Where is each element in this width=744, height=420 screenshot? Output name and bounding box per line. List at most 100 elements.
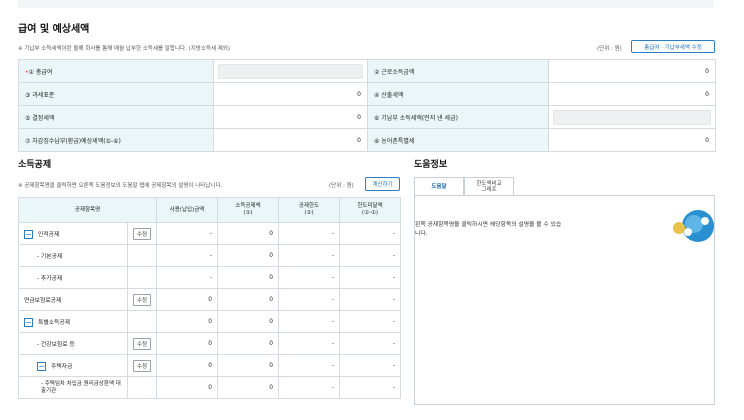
shortfall: - <box>339 332 401 355</box>
edit-cell: 수정 <box>127 354 157 377</box>
deduction-table: 공제항목명 사용(납입)금액 소득공제액 (①) 공제한도 (②) 한도미달액 … <box>18 197 401 399</box>
tab-help[interactable]: 도움말 <box>414 177 464 196</box>
help-bubble-icon <box>673 210 714 242</box>
row-label[interactable]: 인적공제 <box>38 232 59 238</box>
label-calculated-tax: ④ 산출세액 <box>367 82 549 106</box>
used-amount: 0 <box>156 376 218 399</box>
total-salary-field[interactable] <box>213 59 368 83</box>
deduction-limit: - <box>278 310 340 333</box>
row-label[interactable]: 특별소득공제 <box>38 320 70 326</box>
prepaid-tax-field[interactable] <box>548 105 716 129</box>
section-title-salary: 급여 및 예상세액 <box>18 24 90 35</box>
deduction-limit: - <box>278 354 340 377</box>
label-total-salary: •① 총급여 <box>18 59 214 83</box>
table-row: - 추가공제 - 0 - - <box>18 266 401 289</box>
salary-table: •① 총급여 ② 근로소득금액 0 ③ 과세표준 0 ④ 산출세액 0 ⑤ 결정… <box>18 59 716 152</box>
table-row: - 건강보험료 등 수정 0 0 - - <box>18 332 401 355</box>
edit-cell <box>127 376 157 399</box>
section-title-deduction: 소득공제 <box>18 160 52 170</box>
value-rural-special-tax: 0 <box>548 128 716 152</box>
edit-button[interactable]: 수정 <box>132 337 152 350</box>
shortfall: - <box>339 310 401 333</box>
deduction-limit: - <box>278 288 340 311</box>
top-strip <box>18 0 714 8</box>
shortfall: - <box>339 266 401 289</box>
label-earned-income: ② 근로소득금액 <box>367 59 549 83</box>
collapse-toggle-icon[interactable]: − <box>24 229 33 239</box>
used-amount: 0 <box>156 288 218 311</box>
table-row: − 특별소득공제 0 0 - - <box>18 310 401 333</box>
deduction-amount: 0 <box>217 288 279 311</box>
deduction-amount: 0 <box>217 376 279 399</box>
label-prepaid-tax: ⑥ 기납부 소득세액(먼저 낸 세금) <box>367 105 549 129</box>
edit-cell <box>127 310 157 333</box>
prepaid-tax-input[interactable] <box>553 109 711 125</box>
edit-cell <box>127 266 157 289</box>
deduction-amount: 0 <box>217 266 279 289</box>
edit-salary-tax-button[interactable]: 총급여 · 기납부세액 수정 <box>631 40 715 53</box>
row-name[interactable]: − 특별소득공제 <box>18 310 128 333</box>
row-name[interactable]: - 기본공제 <box>18 244 128 267</box>
row-name[interactable]: 연금보험료공제 <box>18 288 128 311</box>
deduction-amount: 0 <box>217 332 279 355</box>
label-rural-special-tax: ⑧ 농어촌특별세 <box>367 128 549 152</box>
table-row: − 주택자금 수정 0 0 - - <box>18 354 401 377</box>
used-amount: 0 <box>156 354 218 377</box>
used-amount: 0 <box>156 332 218 355</box>
table-row: − 인적공제 수정 - 0 - - <box>18 222 401 245</box>
header-used-amount: 사용(납입)금액 <box>156 197 218 223</box>
label-determined-tax: ⑤ 결정세액 <box>18 105 214 129</box>
row-label[interactable]: 주택자금 <box>51 364 72 370</box>
collapse-toggle-icon[interactable]: − <box>37 361 46 371</box>
used-amount: - <box>156 266 218 289</box>
edit-cell: 수정 <box>127 332 157 355</box>
edit-button[interactable]: 수정 <box>132 293 152 306</box>
shortfall: - <box>339 244 401 267</box>
value-expected-refund: 0 <box>213 128 368 152</box>
row-name[interactable]: - 주택임차 차입금 원리금상환액 대출기관 <box>18 376 128 399</box>
shortfall: - <box>339 288 401 311</box>
deduction-unit: (단위 : 원) <box>329 183 354 189</box>
row-name[interactable]: − 주택자금 <box>18 354 128 377</box>
used-amount: - <box>156 244 218 267</box>
table-row: ⑤ 결정세액 0 ⑥ 기납부 소득세액(먼저 낸 세금) <box>18 105 716 129</box>
table-row: 연금보험료공제 수정 0 0 - - <box>18 288 401 311</box>
shortfall: - <box>339 354 401 377</box>
shortfall: - <box>339 376 401 399</box>
deduction-limit: - <box>278 376 340 399</box>
table-row: ③ 과세표준 0 ④ 산출세액 0 <box>18 82 716 106</box>
row-name[interactable]: − 인적공제 <box>18 222 128 245</box>
deduction-amount: 0 <box>217 310 279 333</box>
header-deduction-amount: 소득공제액 (①) <box>217 197 279 223</box>
header-deduction-limit: 공제한도 (②) <box>278 197 340 223</box>
value-determined-tax: 0 <box>213 105 368 129</box>
row-name[interactable]: - 건강보험료 등 <box>18 332 128 355</box>
header-item-name: 공제항목명 <box>18 197 157 223</box>
label-tax-base: ③ 과세표준 <box>18 82 214 106</box>
deduction-amount: 0 <box>217 354 279 377</box>
calculate-button[interactable]: 계산하기 <box>365 177 400 191</box>
deduction-amount: 0 <box>217 244 279 267</box>
salary-note: ※ 기납부 소득세액이란 올해 회사를 통해 매월 납부한 소득세를 말합니다.… <box>18 46 231 52</box>
tab-limit-graph[interactable]: 한도액비교 그래프 <box>464 177 514 196</box>
shortfall: - <box>339 222 401 245</box>
collapse-toggle-icon[interactable]: − <box>24 317 33 327</box>
edit-button[interactable]: 수정 <box>132 359 152 372</box>
total-salary-input[interactable] <box>218 63 363 79</box>
help-text: 왼쪽 공제항목명을 클릭하시면 해당항목의 설명을 볼 수 있습니다. <box>415 222 562 237</box>
value-tax-base: 0 <box>213 82 368 106</box>
edit-cell <box>127 244 157 267</box>
table-row: - 기본공제 - 0 - - <box>18 244 401 267</box>
label-text: ① 총급여 <box>28 68 53 76</box>
salary-unit: (단위 : 원) <box>597 46 622 52</box>
edit-cell: 수정 <box>127 288 157 311</box>
deduction-limit: - <box>278 332 340 355</box>
deduction-limit: - <box>278 244 340 267</box>
label-expected-refund: ⑦ 차감징수납부(환급)예상세액(⑤-⑥) <box>18 128 214 152</box>
row-name[interactable]: - 추가공제 <box>18 266 128 289</box>
value-calculated-tax: 0 <box>548 82 716 106</box>
edit-button[interactable]: 수정 <box>132 227 152 240</box>
table-row: - 주택임차 차입금 원리금상환액 대출기관 0 0 - - <box>18 376 401 399</box>
deduction-limit: - <box>278 222 340 245</box>
used-amount: - <box>156 222 218 245</box>
